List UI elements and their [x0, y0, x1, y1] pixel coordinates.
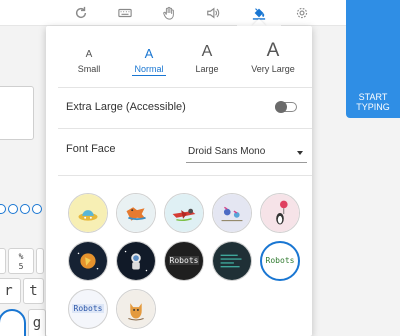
divider — [58, 175, 312, 176]
keyboard-key[interactable] — [36, 248, 44, 274]
hand-icon — [163, 6, 174, 20]
start-line2: TYPING — [356, 102, 390, 112]
refresh-icon — [75, 6, 87, 19]
birds-illustration — [213, 194, 251, 232]
size-label: Normal — [132, 64, 166, 76]
gear-icon — [296, 7, 308, 19]
theme-cat[interactable] — [116, 289, 156, 329]
start-typing-button[interactable]: START TYPING — [346, 0, 400, 118]
plane-illustration — [165, 194, 203, 232]
theme-robots-dark[interactable]: Robots — [164, 241, 204, 281]
progress-dots — [0, 204, 42, 214]
key-label: r — [4, 283, 13, 299]
keyboard-icon — [118, 8, 132, 18]
chevron-down-icon — [297, 151, 303, 155]
keyboard-key-5[interactable]: % 5 — [8, 248, 34, 274]
key-label: t — [29, 283, 38, 299]
size-label: Very Large — [251, 64, 295, 74]
theme-dark-rocket[interactable] — [68, 241, 108, 281]
divider — [58, 128, 312, 129]
progress-dot — [8, 204, 18, 214]
theme-robots-light[interactable]: Robots — [260, 241, 300, 281]
keyboard-key[interactable] — [0, 248, 6, 274]
size-option-normal[interactable]: A Normal — [132, 40, 166, 76]
size-option-very-large[interactable]: A Very Large — [248, 40, 298, 74]
volume-button[interactable] — [191, 0, 235, 26]
fox-illustration — [117, 194, 155, 232]
theme-birds[interactable] — [212, 193, 252, 233]
robots-text: Robots — [72, 304, 104, 313]
paint-bucket-icon — [252, 8, 266, 20]
size-option-large[interactable]: A Large — [192, 40, 222, 75]
keyboard-key-t[interactable]: t — [23, 278, 44, 304]
divider — [58, 87, 312, 88]
toggle-knob — [275, 101, 287, 113]
progress-dot — [32, 204, 42, 214]
keyboard-key-highlighted[interactable] — [0, 309, 26, 336]
font-face-value: Droid Sans Mono — [188, 146, 266, 157]
theme-penguin-balloon[interactable] — [260, 193, 300, 233]
size-glyph: A — [144, 46, 154, 61]
rocket-illustration — [69, 242, 107, 280]
size-glyph: A — [201, 43, 213, 60]
volume-icon — [207, 7, 220, 19]
progress-dot — [0, 204, 6, 214]
size-label: Large — [195, 64, 219, 74]
astronaut-illustration — [117, 242, 155, 280]
keyboard-button[interactable] — [103, 0, 147, 26]
appearance-popover: A Small A Normal A Large A Very Large Ex… — [46, 26, 312, 336]
theme-yellow-ufo[interactable] — [68, 193, 108, 233]
robots-text: Robots — [265, 256, 295, 265]
font-face-select[interactable]: Droid Sans Mono — [186, 143, 307, 163]
keyboard-key-g[interactable]: g — [28, 309, 46, 336]
text-preview-box — [0, 86, 34, 140]
keyboard-key-r[interactable]: r — [0, 278, 21, 304]
extra-large-label: Extra Large (Accessible) — [66, 101, 186, 113]
key-shift-label: % — [18, 252, 24, 261]
terminal-illustration — [213, 242, 251, 280]
key-label: g — [32, 315, 42, 331]
penguin-illustration — [261, 194, 299, 232]
key-label: 5 — [18, 262, 24, 271]
size-option-small[interactable]: A Small — [74, 40, 104, 75]
cat-illustration — [117, 290, 155, 328]
theme-robots-blue[interactable]: Robots — [68, 289, 108, 329]
top-toolbar — [0, 0, 400, 26]
robots-text: Robots — [169, 256, 199, 265]
refresh-button[interactable] — [59, 0, 103, 26]
theme-dark-astronaut[interactable] — [116, 241, 156, 281]
font-face-label: Font Face — [66, 143, 116, 155]
size-label: Small — [77, 64, 101, 74]
text-size-selector: A Small A Normal A Large A Very Large — [46, 40, 312, 86]
hand-button[interactable] — [147, 0, 191, 26]
size-glyph: A — [85, 49, 93, 60]
extra-large-toggle[interactable] — [275, 101, 297, 113]
settings-button[interactable] — [280, 0, 324, 26]
size-glyph: A — [266, 40, 280, 61]
theme-fox[interactable] — [116, 193, 156, 233]
ufo-illustration — [69, 194, 107, 232]
start-line1: START — [358, 92, 388, 102]
progress-dot — [20, 204, 30, 214]
theme-terminal[interactable] — [212, 241, 252, 281]
theme-red-plane[interactable] — [164, 193, 204, 233]
